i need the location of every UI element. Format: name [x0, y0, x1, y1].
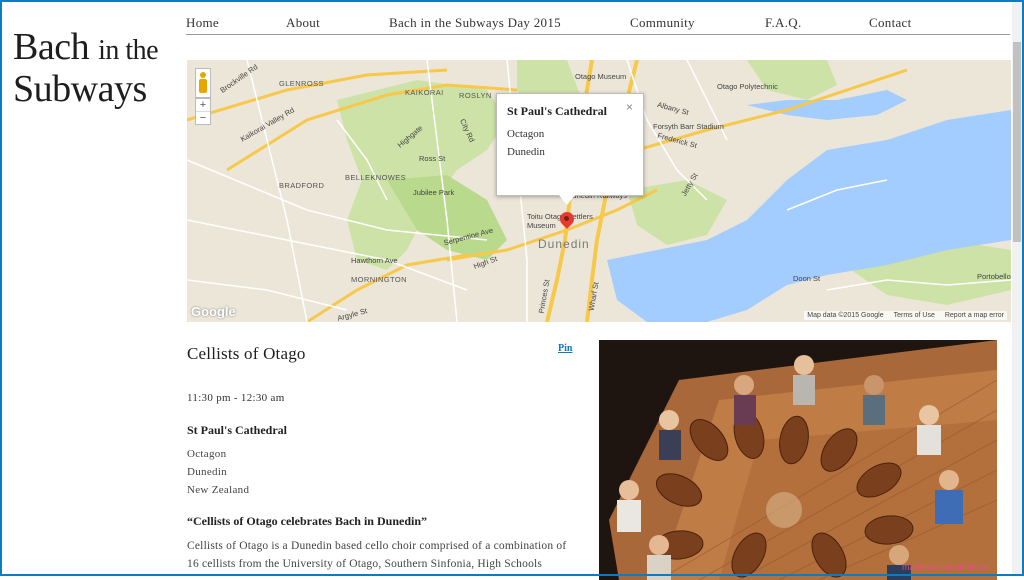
map-label-forsyth-barr: Forsyth Barr Stadium: [653, 122, 724, 131]
map-label-belleknowes: BELLEKNOWES: [345, 173, 407, 182]
zoom-control: + −: [195, 98, 211, 125]
map-label-otago-museum: Otago Museum: [575, 72, 627, 81]
map-label-jubilee-park: Jubilee Park: [413, 188, 455, 197]
info-window-title: St Paul's Cathedral: [507, 104, 608, 118]
street-view-pegman-icon[interactable]: [195, 68, 211, 98]
nav-faq[interactable]: F.A.Q.: [765, 15, 802, 31]
map-data-attribution: Map data ©2015 Google: [807, 312, 884, 319]
address-line-2: Dunedin: [187, 466, 227, 478]
google-logo[interactable]: Google: [191, 304, 236, 319]
map-label-glenross: GLENROSS: [279, 79, 324, 88]
zoom-out-button[interactable]: −: [196, 111, 210, 124]
map-terms-link[interactable]: Terms of Use: [894, 312, 935, 319]
event-venue: St Paul's Cathedral: [187, 423, 288, 437]
nav-about[interactable]: About: [286, 15, 320, 31]
map-label-portobello: Portobello: [977, 272, 1011, 281]
page-scrollbar[interactable]: [1012, 2, 1022, 574]
info-window-line-2: Dunedin: [507, 146, 545, 158]
map-label-city-dunedin: Dunedin: [538, 237, 590, 251]
map-label-doon-st: Doon St: [793, 274, 821, 283]
logo-line-2: Subways: [13, 68, 147, 110]
zoom-in-button[interactable]: +: [196, 99, 210, 111]
map-label-ross-st: Ross St: [419, 154, 446, 163]
event-time: 11:30 pm - 12:30 am: [187, 392, 285, 404]
nav-contact[interactable]: Contact: [869, 15, 912, 31]
event-description: Cellists of Otago is a Dunedin based cel…: [187, 540, 567, 570]
map-marker-dot: [564, 216, 569, 221]
address-line-1: Octagon: [187, 448, 227, 460]
map-report-error-link[interactable]: Report a map error: [945, 312, 1004, 319]
map-info-window: St Paul's Cathedral × Octagon Dunedin: [496, 93, 644, 205]
pin-link[interactable]: Pin: [558, 343, 572, 354]
map-label-bradford: BRADFORD: [279, 181, 325, 190]
address-line-3: New Zealand: [187, 484, 250, 496]
map-label-roslyn: ROSLYN: [459, 91, 492, 100]
nav-bach-day-2015[interactable]: Bach in the Subways Day 2015: [389, 15, 561, 31]
site-logo[interactable]: Bach in the Subways: [13, 28, 173, 108]
nav-community[interactable]: Community: [630, 15, 695, 31]
map-label-otago-polytechnic: Otago Polytechnic: [717, 82, 778, 91]
event-quote-title: “Cellists of Otago celebrates Bach in Du…: [187, 514, 427, 528]
info-window-line-1: Octagon: [507, 128, 545, 140]
main-nav: Home About Bach in the Subways Day 2015 …: [186, 14, 1010, 35]
event-title: Cellists of Otago: [187, 344, 306, 363]
google-map[interactable]: + − GLENROSS KAIKORAI ROSLYN BELLEKNOWES…: [187, 60, 1011, 322]
photo-credit: matthewswaminathan: [901, 562, 989, 572]
map-label-hawthorn-ave: Hawthorn Ave: [351, 256, 398, 265]
nav-home[interactable]: Home: [186, 15, 219, 31]
scrollbar-thumb[interactable]: [1013, 42, 1021, 242]
cellists-photo-image: [599, 340, 997, 580]
logo-line-1: Bach in the: [13, 26, 159, 68]
map-label-mornington: MORNINGTON: [351, 275, 407, 284]
map-footer: Map data ©2015 Google Terms of Use Report …: [804, 311, 1007, 320]
close-icon[interactable]: ×: [626, 100, 633, 114]
event-photo: matthewswaminathan: [599, 340, 997, 580]
map-label-kaikorai: KAIKORAI: [405, 88, 444, 97]
